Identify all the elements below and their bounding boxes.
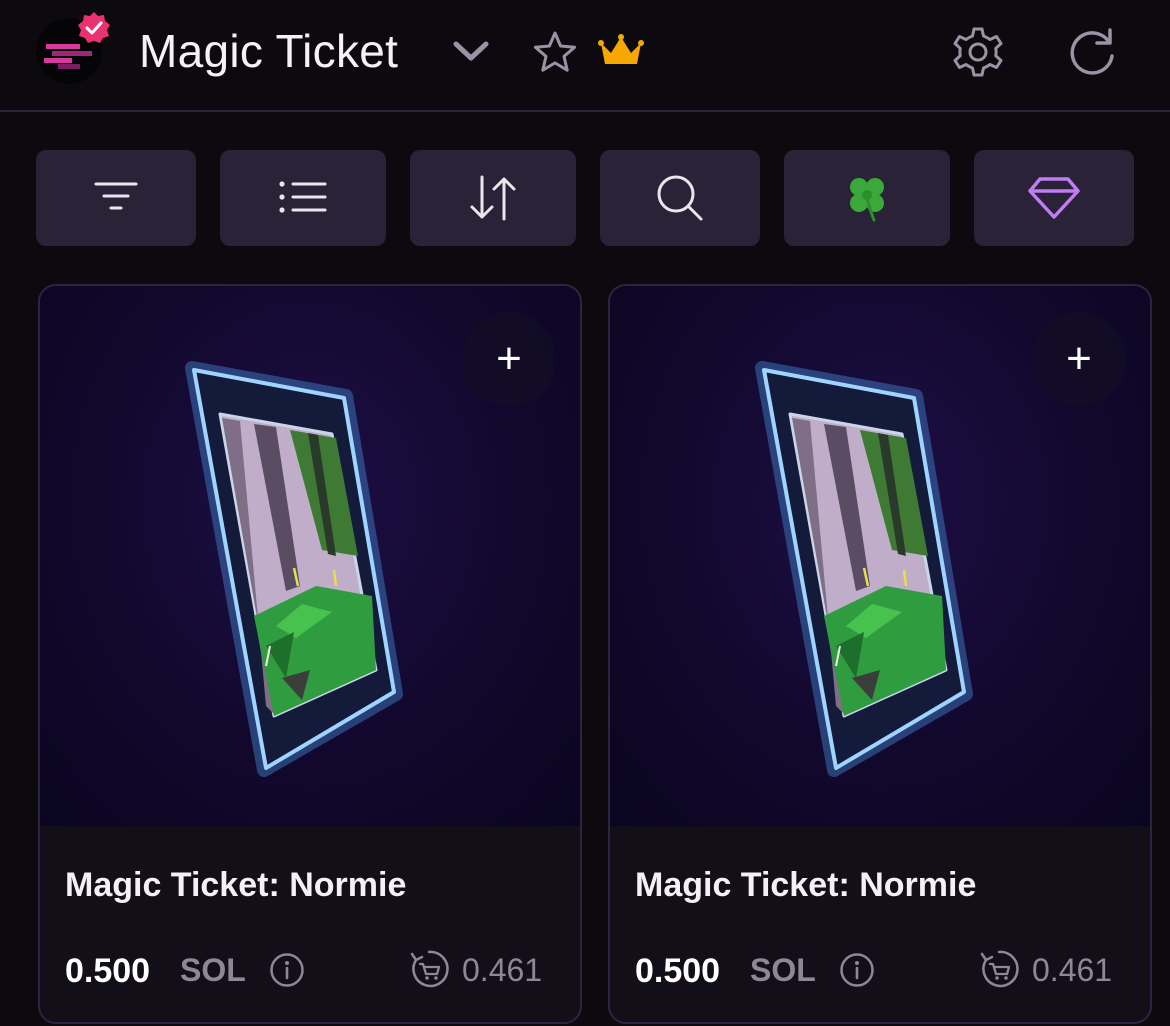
info-icon[interactable] xyxy=(839,952,875,988)
filter-icon xyxy=(94,182,138,210)
price-currency: SOL xyxy=(750,952,816,988)
filter-button[interactable] xyxy=(36,150,196,246)
list-icon xyxy=(279,181,327,213)
star-icon[interactable] xyxy=(532,30,578,74)
rarity-button[interactable] xyxy=(974,150,1134,246)
nft-name: Magic Ticket: Normie xyxy=(65,866,407,904)
nft-name: Magic Ticket: Normie xyxy=(635,866,977,904)
nft-price: 0.500 xyxy=(65,952,151,990)
verified-badge-icon xyxy=(78,12,110,43)
cart-refresh-icon xyxy=(410,950,449,988)
add-to-cart-button[interactable]: + xyxy=(1032,312,1126,406)
crown-icon xyxy=(598,34,644,64)
refresh-icon[interactable] xyxy=(1066,26,1120,78)
sort-icon xyxy=(470,175,516,221)
info-icon[interactable] xyxy=(269,952,305,988)
search-icon xyxy=(657,175,703,221)
collection-title[interactable]: Magic Ticket xyxy=(139,24,398,78)
diamond-icon xyxy=(1028,177,1080,219)
cart-refresh-icon xyxy=(980,950,1019,988)
search-button[interactable] xyxy=(600,150,760,246)
nft-price: 0.500 xyxy=(635,952,721,990)
nft-image[interactable]: + xyxy=(610,286,1150,826)
last-sale-price: 0.461 xyxy=(1032,952,1113,988)
four-leaf-clover-icon xyxy=(850,178,884,222)
last-sale-price: 0.461 xyxy=(462,952,543,988)
price-currency: SOL xyxy=(180,952,246,988)
nft-card[interactable]: + Magic Ticket: Normie 0.500 SOL 0.461 xyxy=(38,284,582,1024)
list-view-button[interactable] xyxy=(220,150,386,246)
plus-icon: + xyxy=(1066,334,1092,383)
chevron-down-icon[interactable] xyxy=(452,38,490,64)
nft-card[interactable]: + Magic Ticket: Normie 0.500 SOL 0.461 xyxy=(608,284,1152,1024)
plus-icon: + xyxy=(496,334,522,383)
lucky-button[interactable] xyxy=(784,150,950,246)
sort-button[interactable] xyxy=(410,150,576,246)
nft-info: Magic Ticket: Normie 0.500 SOL 0.461 xyxy=(40,826,580,1022)
gear-icon[interactable] xyxy=(948,22,1008,82)
nft-info: Magic Ticket: Normie 0.500 SOL 0.461 xyxy=(610,826,1150,1022)
add-to-cart-button[interactable]: + xyxy=(462,312,556,406)
nft-image[interactable]: + xyxy=(40,286,580,826)
collection-header: Magic Ticket xyxy=(0,0,1170,112)
